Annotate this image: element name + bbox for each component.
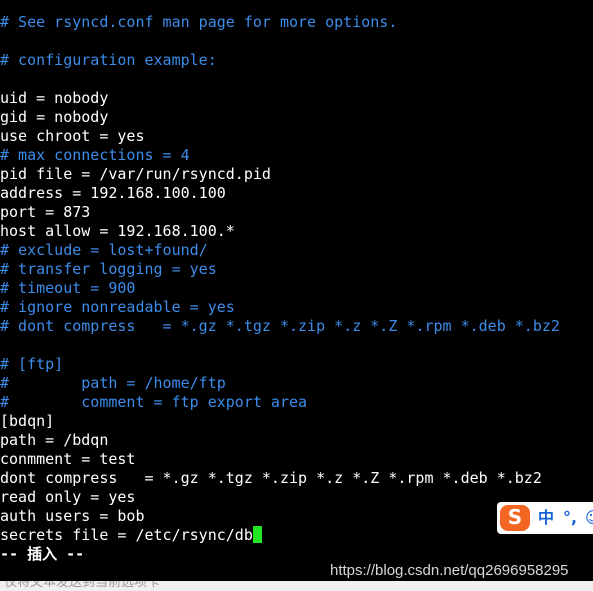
send-text-bar[interactable]: 仅将文本发送到当前选项卡	[0, 581, 593, 591]
config-line: port = 873	[0, 203, 91, 221]
config-line: conmment = test	[0, 450, 136, 468]
config-line	[0, 70, 560, 89]
config-line: host allow = 192.168.100.*	[0, 222, 235, 240]
sogou-logo-icon[interactable]: S	[500, 505, 530, 531]
config-comment-line: # See rsyncd.conf man page for more opti…	[0, 13, 398, 31]
config-comment-line: # timeout = 900	[0, 279, 136, 297]
config-line: pid file = /var/run/rsyncd.pid	[0, 165, 271, 183]
config-line: gid = nobody	[0, 108, 109, 126]
text-cursor	[252, 526, 262, 543]
watermark-text: https://blog.csdn.net/qq2696958295	[330, 562, 569, 579]
ime-mode-toggle[interactable]: 中	[538, 506, 554, 530]
config-comment-line: # exclude = lost+found/	[0, 241, 208, 259]
send-text-hint: 仅将文本发送到当前选项卡	[4, 581, 161, 590]
config-comment-line: # transfer logging = yes	[0, 260, 217, 278]
ime-punctuation-toggle[interactable]: °,	[563, 506, 577, 530]
config-comment-line: # comment = ftp export area	[0, 393, 308, 411]
config-line	[0, 336, 560, 355]
config-line: path = /bdqn	[0, 431, 109, 449]
editor-buffer[interactable]: # See rsyncd.conf man page for more opti…	[0, 13, 560, 564]
ime-emoji-icon[interactable]: ☺	[585, 506, 593, 530]
config-line	[0, 32, 560, 51]
config-comment-line: # ignore nonreadable = yes	[0, 298, 235, 316]
config-line: dont compress = *.gz *.tgz *.zip *.z *.Z…	[0, 469, 542, 487]
terminal-window[interactable]: # See rsyncd.conf man page for more opti…	[0, 0, 593, 591]
config-line: read only = yes	[0, 488, 136, 506]
config-line: auth users = bob	[0, 507, 145, 525]
config-comment-line: # dont compress = *.gz *.tgz *.zip *.z *…	[0, 317, 560, 335]
config-line: [bdqn]	[0, 412, 55, 430]
config-comment-line: # [ftp]	[0, 355, 64, 373]
config-comment-line: # path = /home/ftp	[0, 374, 226, 392]
config-line: uid = nobody	[0, 89, 109, 107]
config-line: use chroot = yes	[0, 127, 145, 145]
config-line: secrets file = /etc/rsync/db	[0, 526, 560, 545]
config-line: address = 192.168.100.100	[0, 184, 226, 202]
config-comment-line: # configuration example:	[0, 51, 217, 69]
ime-toolbar[interactable]: S 中 °, ☺	[497, 502, 593, 534]
config-comment-line: # max connections = 4	[0, 146, 190, 164]
